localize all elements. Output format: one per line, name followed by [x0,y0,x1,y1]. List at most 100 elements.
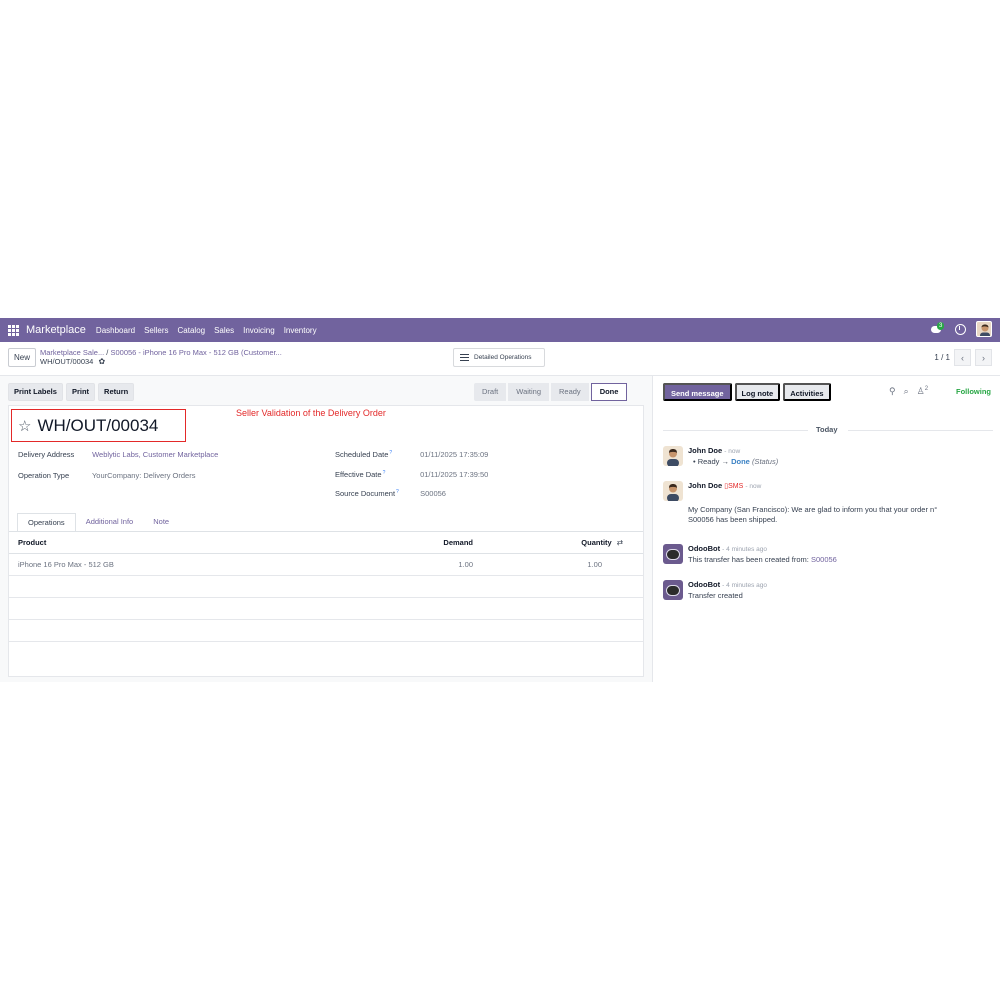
sms-icon: ▯SMS [724,483,744,490]
menu-invoicing[interactable]: Invoicing [243,326,275,335]
help-icon[interactable]: ? [389,450,392,456]
message-author[interactable]: John Doe [688,481,722,490]
statusbar: Draft Waiting Ready Done [474,383,629,401]
pager: 1 / 1 ‹ › [934,349,992,366]
breadcrumb: Marketplace Sale... / S00056 - iPhone 16… [40,348,282,366]
row-demand[interactable]: 1.00 [389,560,473,569]
table-row-empty [9,620,643,642]
message-author[interactable]: OdooBot [688,580,720,589]
print-button[interactable]: Print [65,383,96,401]
delivery-address-label: Delivery Address [18,450,75,459]
help-icon[interactable]: ? [396,489,399,495]
detailed-operations-label: Detailed Operations [474,354,532,361]
message-body: OdooBot - 4 minutes ago Transfer created [688,580,988,601]
optional-columns-icon[interactable]: ⇄ [617,538,623,547]
odoo-app: Marketplace Dashboard Sellers Catalog Sa… [0,318,1000,682]
message-time: - 4 minutes ago [722,546,767,553]
activity-clock-icon[interactable] [955,323,966,335]
send-message-button[interactable]: Send message [663,383,732,401]
source-document-label: Source Document? [335,489,399,498]
breadcrumb-sale-order[interactable]: S00056 - iPhone 16 Pro Max - 512 GB (Cus… [110,348,281,357]
operation-type-value[interactable]: YourCompany: Delivery Orders [92,471,196,480]
field-delivery-address: Delivery Address Weblytic Labs, Customer… [18,450,218,459]
stage-ready[interactable]: Ready [551,383,589,401]
author-avatar[interactable] [663,446,683,466]
help-icon[interactable]: ? [383,470,386,476]
message-author[interactable]: OdooBot [688,544,720,553]
tracking-value: • Ready → Done (Status) [693,457,779,466]
source-link[interactable]: S00056 [811,555,837,564]
table-row-empty [9,576,643,598]
return-button[interactable]: Return [98,383,135,401]
log-note-button[interactable]: Log note [734,383,781,401]
apps-menu-icon[interactable] [8,324,19,336]
header-demand[interactable]: Demand [389,538,473,547]
message-time: - now [724,448,741,455]
followers-icon[interactable]: ♙2 [917,386,928,397]
operation-type-label: Operation Type [18,471,70,480]
chatter-actions: Send message Log note Activities [663,383,831,401]
chatter-tools: ⚲ ⌕ ♙2 [889,386,928,397]
table-row[interactable]: iPhone 16 Pro Max - 512 GB 1.00 1.00 [9,554,643,576]
message-body: OdooBot - 4 minutes ago This transfer ha… [688,544,988,565]
discuss-icon[interactable]: 3 [931,322,945,335]
discuss-badge: 3 [937,322,945,330]
activities-button[interactable]: Activities [783,383,831,401]
scheduled-date-value[interactable]: 01/11/2025 17:35:09 [420,450,488,459]
search-icon[interactable]: ⚲ [889,386,896,397]
scheduled-date-label: Scheduled Date? [335,450,393,459]
record-title: WH/OUT/00034 [37,416,159,435]
menu-sellers[interactable]: Sellers [144,326,168,335]
message-author[interactable]: John Doe [688,446,722,455]
attachment-icon[interactable]: ⌕ [904,386,909,397]
navbar-systray: 3 [931,321,992,337]
print-labels-button[interactable]: Print Labels [8,383,63,401]
tab-note[interactable]: Note [143,513,179,532]
stage-done[interactable]: Done [590,383,628,401]
date-separator-label: Today [816,425,838,434]
effective-date-value: 01/11/2025 17:39:50 [420,470,489,479]
menu-inventory[interactable]: Inventory [284,326,317,335]
breadcrumb-marketplace-sale[interactable]: Marketplace Sale... [40,348,104,357]
stage-waiting[interactable]: Waiting [508,383,549,401]
menu-catalog[interactable]: Catalog [178,326,206,335]
menu-dashboard[interactable]: Dashboard [96,326,135,335]
pager-previous-button[interactable]: ‹ [954,349,971,366]
header-quantity[interactable]: Quantity ⇄ [473,538,623,547]
message-text: Transfer created [688,591,743,600]
row-quantity[interactable]: 1.00 [473,560,623,569]
notebook-tabs: Operations Additional Info Note [17,513,179,532]
table-row-empty [9,598,643,620]
table-row-empty [9,642,643,664]
new-button[interactable]: New [8,348,37,367]
top-navbar: Marketplace Dashboard Sellers Catalog Sa… [0,318,1000,342]
main-menu: Dashboard Sellers Catalog Sales Invoicin… [96,326,317,335]
following-button[interactable]: Following [956,387,991,396]
control-panel: New Marketplace Sale... / S00056 - iPhon… [0,342,1000,376]
odoobot-avatar[interactable] [663,580,683,600]
row-product[interactable]: iPhone 16 Pro Max - 512 GB [9,560,389,569]
breadcrumb-separator: / [106,348,109,357]
pager-next-button[interactable]: › [975,349,992,366]
menu-sales[interactable]: Sales [214,326,234,335]
odoobot-avatar[interactable] [663,544,683,564]
app-brand[interactable]: Marketplace [26,324,86,336]
tab-operations[interactable]: Operations [17,513,76,532]
date-separator: Today [663,425,993,435]
list-icon [460,354,469,361]
source-document-value[interactable]: S00056 [420,489,446,498]
message-text: My Company (San Francisco): We are glad … [688,505,938,524]
delivery-address-value[interactable]: Weblytic Labs, Customer Marketplace [92,450,218,459]
followers-count: 2 [924,386,929,392]
form-area: Print Labels Print Return Draft Waiting … [0,376,652,682]
user-avatar[interactable] [976,321,992,337]
pager-value[interactable]: 1 / 1 [934,353,950,362]
detailed-operations-button[interactable]: Detailed Operations [453,348,545,367]
stage-draft[interactable]: Draft [474,383,507,401]
star-icon[interactable]: ☆ [18,419,31,434]
tab-additional-info[interactable]: Additional Info [76,513,144,532]
field-source-document: Source Document? S00056 [335,489,446,498]
author-avatar[interactable] [663,481,683,501]
gear-icon[interactable]: ✿ [98,357,105,366]
header-product[interactable]: Product [9,538,389,547]
